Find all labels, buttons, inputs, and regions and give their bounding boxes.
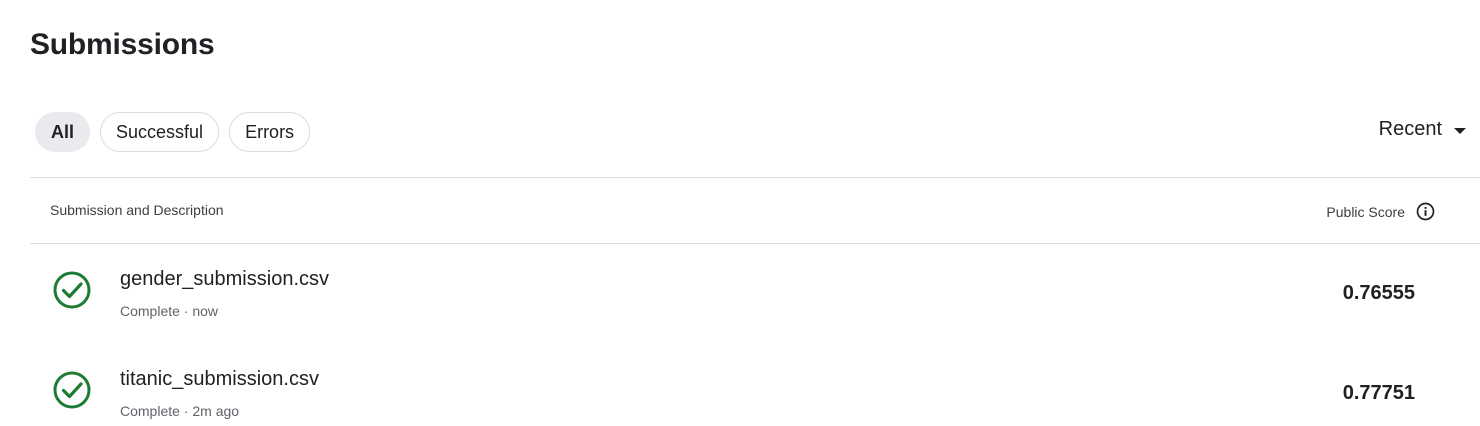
- table-row[interactable]: titanic_submission.csv Complete · 2m ago…: [30, 344, 1480, 426]
- submission-status: Complete · 2m ago: [120, 403, 240, 419]
- page-title: Submissions: [30, 28, 215, 61]
- check-circle-icon: [52, 270, 92, 310]
- column-header-score: Public Score: [1326, 202, 1435, 221]
- filter-all-chip[interactable]: All: [35, 112, 91, 152]
- submission-file-name[interactable]: gender_submission.csv: [120, 268, 329, 291]
- public-score: 0.76555: [1342, 282, 1415, 304]
- filter-chips: All Successful Errors: [35, 112, 311, 152]
- sort-label: Recent: [1378, 118, 1442, 140]
- submission-status: Complete · now: [120, 303, 219, 319]
- sort-dropdown[interactable]: Recent: [1379, 118, 1466, 141]
- filter-successful-chip[interactable]: Successful: [100, 112, 220, 152]
- column-header-score-label: Public Score: [1326, 203, 1405, 220]
- submission-file-name[interactable]: titanic_submission.csv: [120, 368, 319, 391]
- column-header-description: Submission and Description: [50, 202, 224, 218]
- public-score: 0.77751: [1342, 382, 1415, 404]
- filter-errors-chip[interactable]: Errors: [229, 112, 311, 152]
- submissions-page: Submissions All Successful Errors Recent…: [0, 0, 1480, 426]
- table-row[interactable]: gender_submission.csv Complete · now 0.7…: [30, 244, 1480, 334]
- check-circle-icon: [52, 370, 92, 410]
- caret-down-icon: [1454, 127, 1466, 134]
- info-icon[interactable]: [1416, 202, 1435, 221]
- header-divider-top: [30, 177, 1480, 178]
